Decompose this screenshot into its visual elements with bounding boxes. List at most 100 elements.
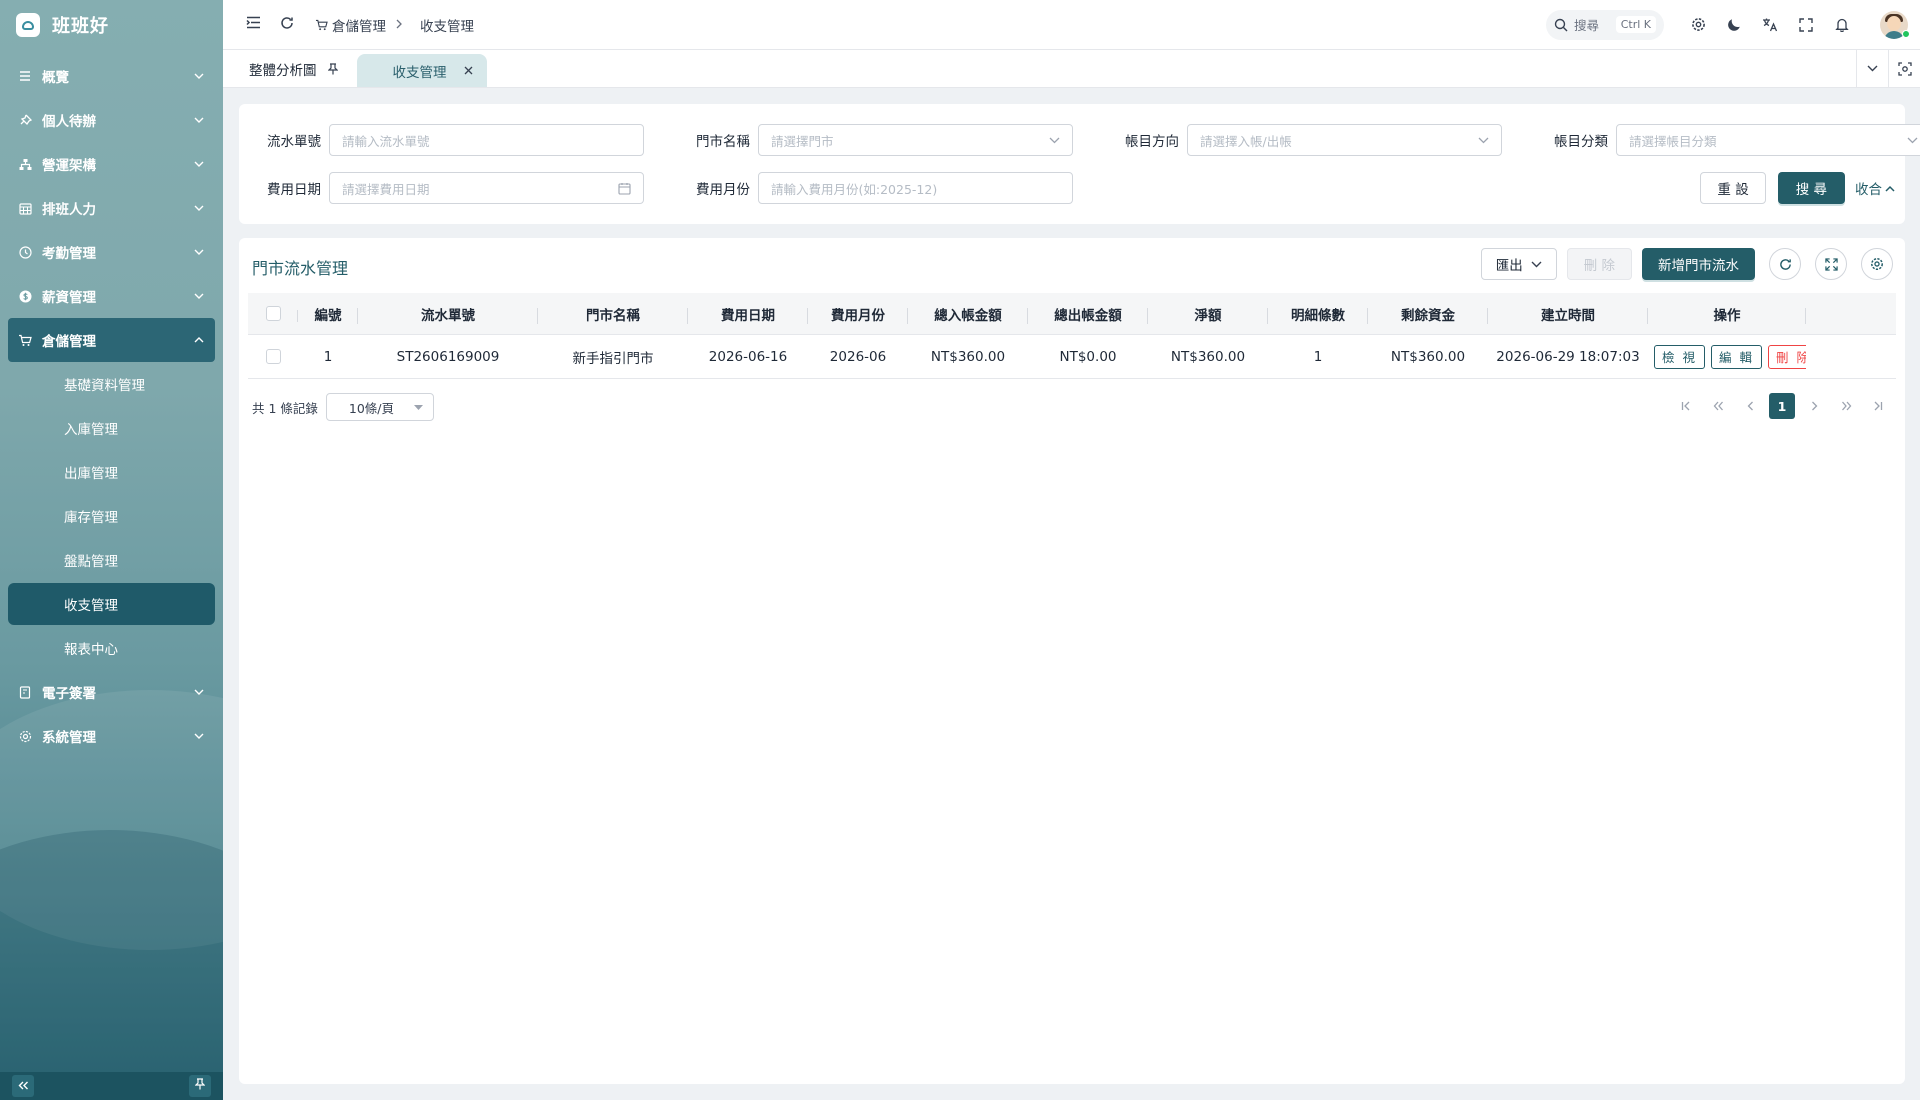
collapse-sidebar-button[interactable] xyxy=(12,1075,34,1097)
filter-actions: 重 設 搜 尋 收合 xyxy=(1700,172,1895,204)
jump-back-button[interactable] xyxy=(1705,393,1731,419)
expense-date-picker[interactable]: 請選擇費用日期 xyxy=(329,172,644,204)
gear-icon xyxy=(1870,257,1884,271)
sidebar-footer xyxy=(0,1072,223,1100)
serial-no-input[interactable]: 請輸入流水單號 xyxy=(329,124,644,156)
expense-date-placeholder: 請選擇費用日期 xyxy=(342,181,430,197)
dark-mode-toggle[interactable] xyxy=(1718,9,1750,41)
table-row[interactable]: 1 ST2606169009 新手指引門市 2026-06-16 2026-06… xyxy=(248,335,1896,379)
row-checkbox[interactable] xyxy=(265,349,281,364)
jump-forward-button[interactable] xyxy=(1833,393,1859,419)
column-header[interactable]: 編號 xyxy=(298,304,358,324)
submenu-item-income-expense[interactable]: 收支管理 xyxy=(8,583,215,625)
sidebar-item-system[interactable]: 系統管理 xyxy=(0,714,223,758)
select-all-checkbox[interactable] xyxy=(265,306,281,321)
store-name-select[interactable]: 請選擇門市 xyxy=(758,124,1073,156)
column-header[interactable]: 流水單號 xyxy=(358,304,538,324)
filter-row-1: 流水單號 請輸入流水單號 門市名稱 請選擇門市 帳目方向 請選擇入帳/出帳 帳目… xyxy=(239,124,1920,156)
settings-button[interactable] xyxy=(1682,9,1714,41)
category-select[interactable]: 請選擇帳目分類 xyxy=(1616,124,1920,156)
sidebar-item-label: 薪資管理 xyxy=(42,290,96,306)
submenu-item-outbound[interactable]: 出庫管理 xyxy=(0,450,223,494)
column-header[interactable]: 明細條數 xyxy=(1268,304,1368,324)
column-header[interactable]: 門市名稱 xyxy=(538,304,688,324)
tab-dashboard[interactable]: 整體分析圖 xyxy=(223,50,353,87)
column-header[interactable]: 建立時間 xyxy=(1488,304,1648,324)
submenu-item-reports[interactable]: 報表中心 xyxy=(0,626,223,670)
sidebar-item-payroll[interactable]: 薪資管理 xyxy=(0,274,223,318)
refresh-button[interactable] xyxy=(273,11,301,39)
view-button[interactable]: 檢 視 xyxy=(1654,344,1705,369)
notifications-button[interactable] xyxy=(1826,9,1858,41)
submenu-item-stocktake[interactable]: 盤點管理 xyxy=(0,538,223,582)
column-settings-button[interactable] xyxy=(1861,248,1893,280)
table-fullscreen-button[interactable] xyxy=(1815,248,1847,280)
add-store-ledger-button[interactable]: 新增門市流水 xyxy=(1642,248,1755,280)
sidebar-item-warehouse[interactable]: 倉儲管理 xyxy=(8,318,215,362)
pin-icon[interactable] xyxy=(327,62,339,75)
submenu-item-inbound[interactable]: 入庫管理 xyxy=(0,406,223,450)
direction-select[interactable]: 請選擇入帳/出帳 xyxy=(1187,124,1502,156)
delete-button[interactable]: 刪 除 xyxy=(1767,344,1806,369)
tabs-maximize-button[interactable] xyxy=(1888,50,1920,87)
column-header[interactable]: 淨額 xyxy=(1148,304,1268,324)
reset-button[interactable]: 重 設 xyxy=(1700,172,1766,204)
submenu-item-basic-data[interactable]: 基礎資料管理 xyxy=(0,362,223,406)
sidebar-item-e-signature[interactable]: 電子簽署 xyxy=(0,670,223,714)
column-header[interactable]: 總入帳金額 xyxy=(908,304,1028,324)
double-chevron-left-icon xyxy=(1713,401,1724,411)
cell-balance: NT$360.00 xyxy=(1390,348,1466,365)
bulk-delete-button[interactable]: 刪 除 xyxy=(1566,248,1632,280)
submenu-item-inventory[interactable]: 庫存管理 xyxy=(0,494,223,538)
sidebar-item-overview[interactable]: 概覽 xyxy=(0,54,223,98)
search-button[interactable]: 搜 尋 xyxy=(1777,172,1845,204)
direction-placeholder: 請選擇入帳/出帳 xyxy=(1200,133,1292,149)
expense-month-placeholder: 請輸入費用月份(如:2025-12) xyxy=(771,181,938,197)
prev-page-button[interactable] xyxy=(1737,393,1763,419)
expense-month-input[interactable]: 請輸入費用月份(如:2025-12) xyxy=(758,172,1073,204)
collapse-filter-link[interactable]: 收合 xyxy=(1855,178,1895,198)
cell-expense: NT$0.00 xyxy=(1059,348,1117,365)
first-page-button[interactable] xyxy=(1673,393,1699,419)
document-icon xyxy=(18,685,32,699)
next-page-button[interactable] xyxy=(1801,393,1827,419)
tabs-more-button[interactable] xyxy=(1856,50,1888,87)
column-header[interactable]: 費用月份 xyxy=(808,304,908,324)
tab-income-expense[interactable]: 收支管理 xyxy=(356,54,487,87)
focus-frame-icon xyxy=(1897,61,1912,76)
brand[interactable]: 班班好 xyxy=(0,0,223,50)
first-page-icon xyxy=(1681,401,1691,411)
submenu-item-label: 報表中心 xyxy=(64,642,118,658)
sidebar-item-operations[interactable]: 營運架構 xyxy=(0,142,223,186)
page-button-current[interactable]: 1 xyxy=(1769,393,1795,419)
page-size-select[interactable]: 10條/頁 xyxy=(325,393,434,421)
edit-button[interactable]: 編 輯 xyxy=(1710,344,1762,369)
breadcrumb-item-current[interactable]: 收支管理 xyxy=(420,15,474,35)
sidebar-item-personal-todo[interactable]: 個人待辦 xyxy=(0,98,223,142)
fullscreen-button[interactable] xyxy=(1790,9,1822,41)
language-button[interactable] xyxy=(1754,9,1786,41)
last-page-button[interactable] xyxy=(1865,393,1891,419)
sidebar-decoration xyxy=(0,830,223,1100)
sidebar-menu: 概覽 個人待辦 營運架構 排班人力 考勤管理 薪資管理 倉儲管理 基礎資料管理 … xyxy=(0,54,223,758)
sidebar-item-label: 倉儲管理 xyxy=(42,334,96,350)
sidebar-item-scheduling[interactable]: 排班人力 xyxy=(0,186,223,230)
pin-sidebar-button[interactable] xyxy=(189,1075,211,1097)
expand-icon xyxy=(1824,257,1838,271)
export-dropdown-button[interactable]: 匯出 xyxy=(1480,248,1557,280)
calendar-grid-icon xyxy=(18,201,32,215)
column-header[interactable]: 費用日期 xyxy=(688,304,808,324)
column-header[interactable]: 總出帳金額 xyxy=(1028,304,1148,324)
breadcrumb-item[interactable]: 倉儲管理 xyxy=(315,15,386,35)
chevron-down-icon xyxy=(1531,261,1542,268)
sidebar-item-label: 考勤管理 xyxy=(42,246,96,262)
gear-icon xyxy=(18,729,32,743)
sidebar-item-attendance[interactable]: 考勤管理 xyxy=(0,230,223,274)
global-search-button[interactable]: 搜尋 Ctrl K xyxy=(1546,9,1664,40)
toggle-menu-button[interactable] xyxy=(239,11,267,39)
page-tabs: 整體分析圖 收支管理 xyxy=(223,50,1920,88)
reload-table-button[interactable] xyxy=(1769,248,1801,280)
close-icon[interactable] xyxy=(463,65,475,77)
chevron-up-icon xyxy=(1885,185,1895,192)
column-header[interactable]: 剩餘資金 xyxy=(1368,304,1488,324)
